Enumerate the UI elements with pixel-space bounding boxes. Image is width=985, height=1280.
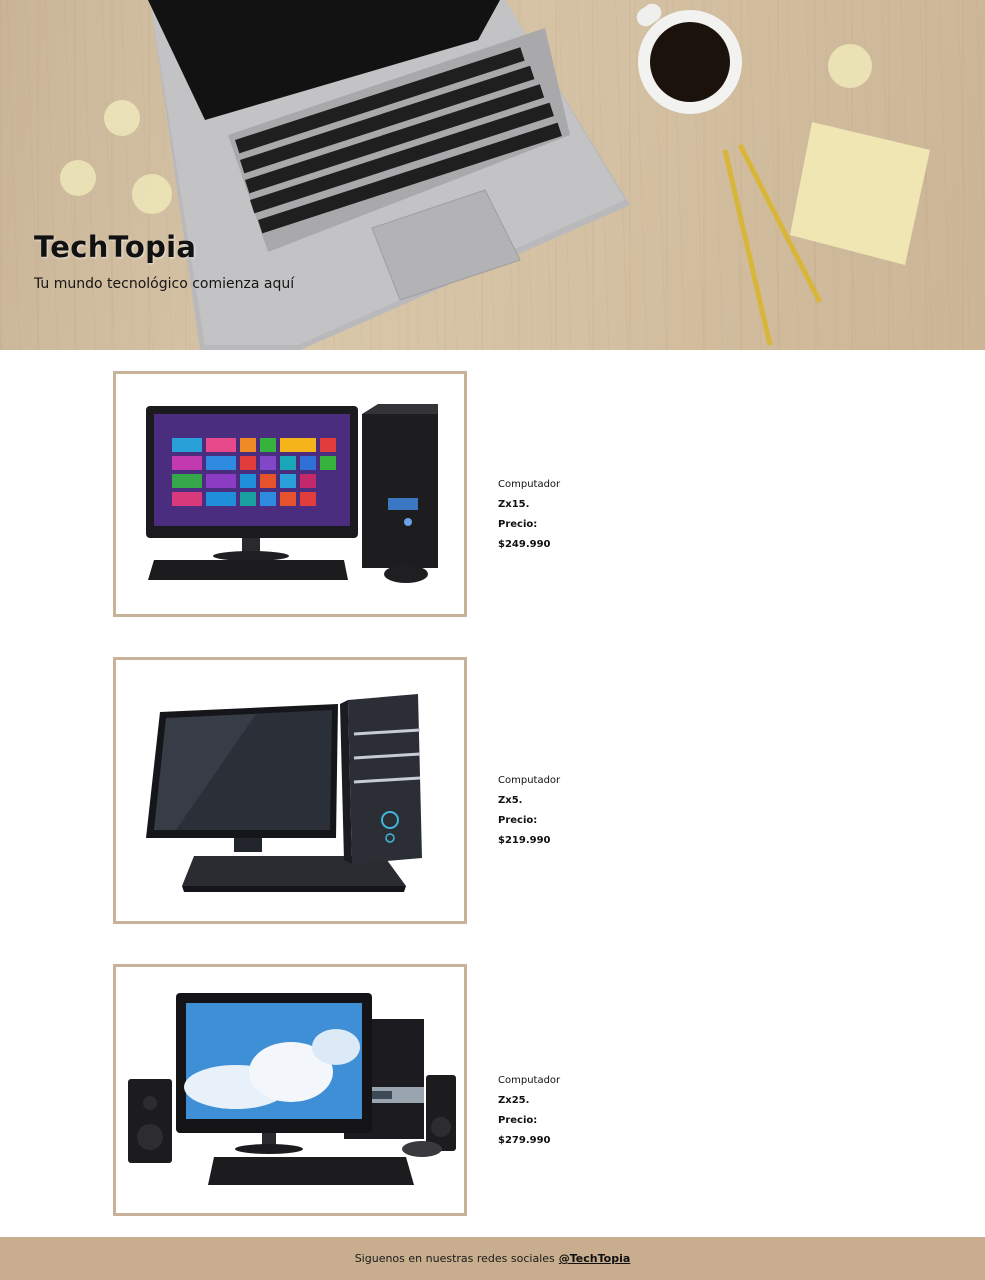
product-price: Precio: $249.990 (498, 519, 551, 550)
product-image-frame[interactable] (113, 657, 467, 924)
product-name-prefix: Computador (498, 479, 561, 490)
product-name-prefix: Computador (498, 1075, 561, 1086)
product-name: Computador Zx15. (498, 475, 560, 515)
coffee-cup-image (636, 3, 742, 114)
product-price: Precio: $279.990 (498, 1115, 551, 1146)
product-info: Computador Zx15. Precio: $249.990 (498, 475, 560, 555)
product-name: Computador Zx25. (498, 1071, 560, 1111)
site-tagline: Tu mundo tecnológico comienza aquí (34, 276, 295, 292)
desktop-computer-image (146, 694, 422, 892)
product-name-prefix: Computador (498, 775, 561, 786)
pencil-image (722, 149, 773, 346)
product-name: Computador Zx5. (498, 771, 560, 811)
product-card[interactable]: Computador Zx15. Precio: $249.990 (113, 371, 560, 617)
footer-text: Siguenos en nuestras redes sociales (354, 1252, 555, 1265)
product-model: Zx15. (498, 499, 530, 510)
desk-photo (60, 0, 930, 350)
footer: Siguenos en nuestras redes sociales @Tec… (0, 1237, 985, 1280)
product-info: Computador Zx25. Precio: $279.990 (498, 1071, 560, 1151)
product-info: Computador Zx5. Precio: $219.990 (498, 771, 560, 851)
desktop-computer-image (146, 404, 438, 583)
product-card[interactable]: Computador Zx25. Precio: $279.990 (113, 964, 560, 1216)
product-card[interactable]: Computador Zx5. Precio: $219.990 (113, 657, 560, 924)
social-handle-link[interactable]: @TechTopia (559, 1252, 631, 1265)
sticky-note-image (790, 122, 930, 265)
site-title-light: Topia (108, 230, 197, 264)
laptop-image (148, 0, 630, 350)
product-image-frame[interactable] (113, 964, 467, 1216)
hero-banner: TechTopia Tu mundo tecnológico comienza … (0, 0, 985, 350)
site-title-bold: Tech (34, 230, 109, 264)
product-price: Precio: $219.990 (498, 815, 551, 846)
site-title: TechTopia (34, 230, 196, 264)
desktop-computer-image (128, 993, 456, 1185)
product-image-frame[interactable] (113, 371, 467, 617)
product-model: Zx25. (498, 1095, 530, 1106)
product-model: Zx5. (498, 795, 523, 806)
